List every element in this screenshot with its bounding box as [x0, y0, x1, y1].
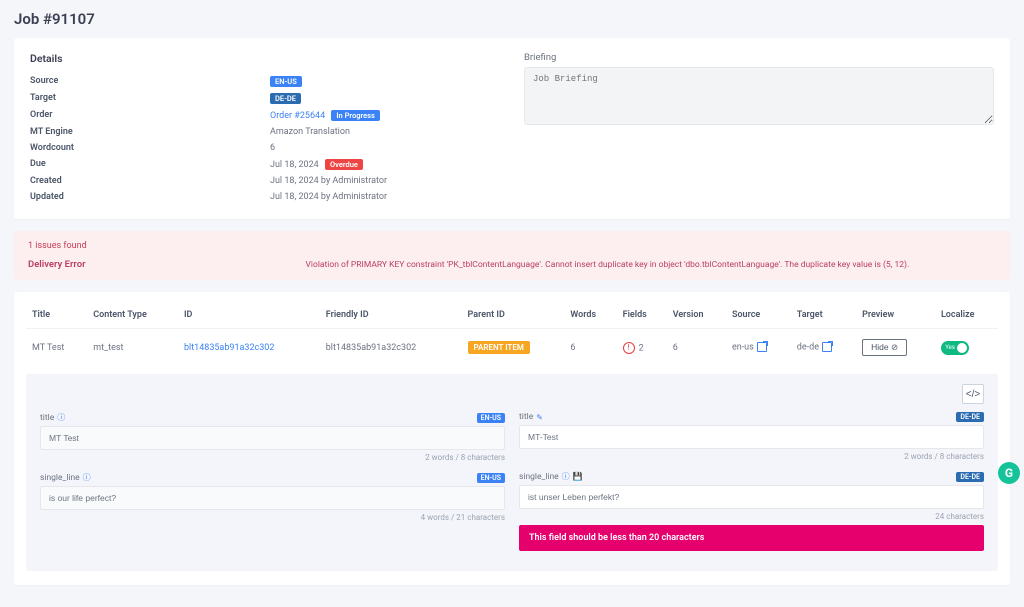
- row-mt-engine: MT Engine Amazon Translation: [30, 124, 500, 140]
- info-icon[interactable]: ⓘ: [562, 471, 570, 482]
- briefing-label: Briefing: [524, 52, 994, 63]
- src-single-input: [40, 486, 505, 510]
- label-target: Target: [30, 93, 270, 104]
- th-fields[interactable]: Fields: [617, 302, 667, 329]
- order-link[interactable]: Order #25644: [270, 111, 325, 121]
- grammarly-icon[interactable]: G: [998, 462, 1020, 484]
- th-id[interactable]: ID: [178, 302, 320, 329]
- tgt-lang-tag-2: DE-DE: [956, 472, 984, 482]
- th-fid[interactable]: Friendly ID: [320, 302, 462, 329]
- briefing-textarea[interactable]: [524, 67, 994, 125]
- parent-item-badge: PARENT ITEM: [468, 341, 530, 354]
- edit-icon[interactable]: ✎: [536, 413, 543, 422]
- th-ctype[interactable]: Content Type: [87, 302, 178, 329]
- code-view-button[interactable]: </>: [962, 384, 984, 404]
- table-row: MT Test mt_test blt14835ab91a32c302 blt1…: [26, 329, 998, 367]
- target-external-link[interactable]: [819, 343, 832, 353]
- localize-toggle[interactable]: Yes: [941, 341, 969, 355]
- row-created: Created Jul 18, 2024 by Administrator: [30, 173, 500, 189]
- target-badge: DE-DE: [270, 93, 301, 104]
- eye-off-icon: ⊘: [891, 342, 898, 352]
- th-title[interactable]: Title: [26, 302, 87, 329]
- label-source: Source: [30, 76, 270, 87]
- th-words[interactable]: Words: [564, 302, 616, 329]
- value-mt: Amazon Translation: [270, 127, 350, 137]
- editor-area: </> titleⓘ EN-US 2 words / 8 characters: [26, 374, 998, 571]
- info-icon[interactable]: ⓘ: [57, 412, 65, 423]
- src-lang-tag: EN-US: [477, 413, 505, 423]
- tgt-single-input[interactable]: [519, 485, 984, 509]
- th-preview[interactable]: Preview: [856, 302, 935, 329]
- src-title-count: 2 words / 8 characters: [40, 453, 505, 462]
- label-due: Due: [30, 159, 270, 170]
- source-external-link[interactable]: [754, 343, 767, 353]
- row-order: Order Order #25644 In Progress: [30, 107, 500, 124]
- value-updated: Jul 18, 2024 by Administrator: [270, 192, 387, 202]
- row-wordcount: Wordcount 6: [30, 140, 500, 156]
- label-created: Created: [30, 176, 270, 186]
- overdue-badge: Overdue: [325, 159, 363, 170]
- cell-fid: blt14835ab91a32c302: [320, 329, 462, 367]
- cell-id-link[interactable]: blt14835ab91a32c302: [184, 343, 274, 353]
- th-source[interactable]: Source: [726, 302, 791, 329]
- details-card: Details Source EN-US Target DE-DE Order …: [14, 38, 1010, 219]
- source-pane: titleⓘ EN-US 2 words / 8 characters sing…: [40, 412, 505, 561]
- external-link-icon: [822, 342, 832, 352]
- src-title-input: [40, 426, 505, 450]
- alert-message: Violation of PRIMARY KEY constraint 'PK_…: [306, 260, 910, 270]
- cell-source: en-us: [732, 343, 754, 353]
- cell-ctype: mt_test: [87, 329, 178, 367]
- external-link-icon: [757, 342, 767, 352]
- th-target[interactable]: Target: [791, 302, 856, 329]
- alert-count: 1 issues found: [28, 241, 996, 251]
- src-lang-tag-2: EN-US: [477, 473, 505, 483]
- cell-words: 6: [564, 329, 616, 367]
- warning-icon: !: [623, 342, 635, 354]
- label-order: Order: [30, 110, 270, 121]
- tgt-single-count: 24 characters: [519, 512, 984, 521]
- label-mt: MT Engine: [30, 127, 270, 137]
- tgt-title-input[interactable]: [519, 425, 984, 449]
- order-status-badge: In Progress: [331, 110, 380, 121]
- value-due: Jul 18, 2024: [270, 160, 319, 170]
- source-badge: EN-US: [270, 76, 302, 87]
- page-title: Job #91107: [14, 10, 1010, 28]
- target-pane: title✎ DE-DE 2 words / 8 characters sing…: [519, 412, 984, 561]
- cell-title: MT Test: [26, 329, 87, 367]
- th-localize[interactable]: Localize: [935, 302, 998, 329]
- tgt-lang-tag: DE-DE: [956, 412, 984, 422]
- save-icon[interactable]: 💾: [573, 472, 583, 481]
- tgt-title-label: title: [519, 412, 533, 422]
- src-single-label: single_line: [40, 473, 80, 483]
- label-updated: Updated: [30, 192, 270, 202]
- info-icon[interactable]: ⓘ: [83, 472, 91, 483]
- tgt-title-count: 2 words / 8 characters: [519, 452, 984, 461]
- cell-target: de-de: [797, 343, 819, 353]
- row-target: Target DE-DE: [30, 90, 500, 107]
- details-heading: Details: [30, 52, 500, 65]
- src-single-count: 4 words / 21 characters: [40, 513, 505, 522]
- alert-card: 1 issues found Delivery Error Violation …: [14, 231, 1010, 280]
- validation-error: This field should be less than 20 charac…: [519, 525, 984, 551]
- th-version[interactable]: Version: [667, 302, 726, 329]
- src-title-label: title: [40, 413, 54, 423]
- row-updated: Updated Jul 18, 2024 by Administrator: [30, 189, 500, 205]
- cell-version: 6: [667, 329, 726, 367]
- th-pid[interactable]: Parent ID: [462, 302, 565, 329]
- alert-title: Delivery Error: [28, 259, 86, 270]
- cell-fields: 2: [639, 343, 644, 353]
- code-icon: </>: [966, 389, 980, 400]
- tgt-single-label: single_line: [519, 472, 559, 482]
- value-wc: 6: [270, 143, 275, 153]
- row-source: Source EN-US: [30, 73, 500, 90]
- label-wc: Wordcount: [30, 143, 270, 153]
- value-created: Jul 18, 2024 by Administrator: [270, 176, 387, 186]
- hide-button[interactable]: Hide ⊘: [862, 339, 907, 356]
- row-due: Due Jul 18, 2024 Overdue: [30, 156, 500, 173]
- content-card: Title Content Type ID Friendly ID Parent…: [14, 292, 1010, 585]
- content-table: Title Content Type ID Friendly ID Parent…: [26, 302, 998, 366]
